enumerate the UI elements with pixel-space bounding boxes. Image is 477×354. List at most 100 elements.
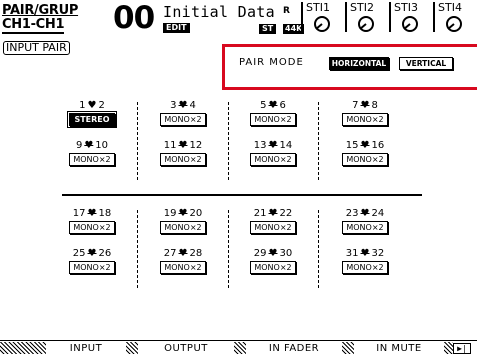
tab-in-mute[interactable]: IN MUTE (354, 342, 444, 354)
pair-state-button[interactable]: MONO×2 (160, 261, 206, 274)
pair-state-button[interactable]: MONO×2 (250, 153, 296, 166)
channel-pair: 23 ♥ 24 MONO×2 (335, 208, 395, 240)
pair-channel-label: 3 ♥ 4 (153, 100, 213, 111)
horizontal-mode-button[interactable]: HORIZONTAL (329, 57, 389, 70)
channel-number: 19 (163, 208, 177, 219)
next-page-icon[interactable]: ▶| (453, 343, 471, 354)
st-input-2[interactable]: STI2 (345, 2, 387, 32)
st-input-label: STI2 (350, 1, 374, 14)
divider (228, 210, 229, 288)
st-input-1[interactable]: STI1 (301, 2, 343, 32)
channel-number: 30 (279, 248, 293, 259)
tab-bar: INPUT OUTPUT IN FADER IN MUTE ▶| (0, 340, 477, 354)
page-title-line1: PAIR/GRUP (2, 3, 79, 18)
vertical-mode-button[interactable]: VERTICAL (399, 57, 453, 70)
channel-number: 10 (95, 140, 109, 151)
pair-state-button[interactable]: MONO×2 (69, 153, 115, 166)
pair-state-button[interactable]: MONO×2 (250, 113, 296, 126)
channel-number: 25 (72, 248, 86, 259)
divider (228, 102, 229, 180)
channel-number: 16 (371, 140, 385, 151)
channel-number: 4 (189, 100, 196, 111)
channel-number: 22 (279, 208, 293, 219)
channel-pair: 7 ♥ 8 MONO×2 (335, 100, 395, 132)
knob-icon (358, 16, 374, 32)
tab-in-fader[interactable]: IN FADER (246, 342, 342, 354)
pair-channel-label: 13 ♥ 14 (243, 140, 303, 151)
scene-name: Initial Data (163, 3, 275, 21)
pair-state-button[interactable]: STEREO (67, 111, 117, 128)
st-input-3[interactable]: STI3 (389, 2, 431, 32)
pair-channel-label: 21 ♥ 22 (243, 208, 303, 219)
channel-number: 12 (189, 140, 203, 151)
channel-number: 27 (163, 248, 177, 259)
divider (318, 210, 319, 288)
broken-heart-icon: ♥ (84, 140, 94, 151)
tab-hatch (234, 342, 246, 354)
pair-state-button[interactable]: MONO×2 (342, 113, 388, 126)
st-badge: ST (259, 24, 277, 34)
channel-number: 7 (352, 100, 359, 111)
broken-heart-icon: ♥ (178, 248, 188, 259)
broken-heart-icon: ♥ (178, 140, 188, 151)
tab-hatch (342, 342, 354, 354)
pair-channel-label: 17 ♥ 18 (62, 208, 122, 219)
pair-state-button[interactable]: MONO×2 (160, 221, 206, 234)
channel-number: 32 (371, 248, 385, 259)
edit-badge: EDIT (163, 23, 190, 33)
channel-pair: 9 ♥ 10 MONO×2 (62, 140, 122, 172)
channel-number: 1 (79, 100, 86, 111)
channel-pair: 17 ♥ 18 MONO×2 (62, 208, 122, 240)
pair-state-button[interactable]: MONO×2 (160, 113, 206, 126)
channel-pair: 31 ♥ 32 MONO×2 (335, 248, 395, 280)
st-input-label: STI1 (306, 1, 330, 14)
knob-icon (314, 16, 330, 32)
channel-number: 14 (279, 140, 293, 151)
broken-heart-icon: ♥ (178, 208, 188, 219)
pair-state-button[interactable]: MONO×2 (342, 261, 388, 274)
channel-pair: 19 ♥ 20 MONO×2 (153, 208, 213, 240)
channel-pair: 15 ♥ 16 MONO×2 (335, 140, 395, 172)
divider (62, 194, 422, 196)
scene-number: 00 (113, 0, 155, 36)
pair-channel-label: 1 ♥ 2 (62, 100, 122, 111)
pair-channel-label: 15 ♥ 16 (335, 140, 395, 151)
pair-channel-label: 29 ♥ 30 (243, 248, 303, 259)
channel-pair: 11 ♥ 12 MONO×2 (153, 140, 213, 172)
pair-channel-label: 9 ♥ 10 (62, 140, 122, 151)
knob-icon (446, 16, 462, 32)
protect-icon: R (283, 6, 290, 16)
channel-number: 28 (189, 248, 203, 259)
broken-heart-icon: ♥ (87, 248, 97, 259)
pair-state-button[interactable]: MONO×2 (250, 261, 296, 274)
pair-state-button[interactable]: MONO×2 (69, 261, 115, 274)
channel-number: 31 (345, 248, 359, 259)
divider (137, 102, 138, 180)
channel-pair: 29 ♥ 30 MONO×2 (243, 248, 303, 280)
channel-pair: 21 ♥ 22 MONO×2 (243, 208, 303, 240)
channel-number: 6 (279, 100, 286, 111)
pair-state-button[interactable]: MONO×2 (160, 153, 206, 166)
linked-heart-icon: ♥ (87, 100, 97, 111)
pair-state-button[interactable]: MONO×2 (250, 221, 296, 234)
pair-channel-label: 25 ♥ 26 (62, 248, 122, 259)
st-input-4[interactable]: STI4 (433, 2, 477, 32)
divider (137, 210, 138, 288)
channel-number: 17 (72, 208, 86, 219)
pair-mode-label: PAIR MODE (239, 57, 304, 68)
pair-state-button[interactable]: MONO×2 (69, 221, 115, 234)
header: PAIR/GRUP CH1-CH1 00 Initial Data EDIT R… (0, 0, 477, 40)
channel-number: 18 (98, 208, 112, 219)
channel-number: 2 (98, 100, 105, 111)
channel-number: 23 (345, 208, 359, 219)
pair-channel-label: 23 ♥ 24 (335, 208, 395, 219)
pair-state-button[interactable]: MONO×2 (342, 153, 388, 166)
pair-channel-label: 31 ♥ 32 (335, 248, 395, 259)
tab-input[interactable]: INPUT (46, 342, 126, 354)
knob-icon (402, 16, 418, 32)
channel-pair: 13 ♥ 14 MONO×2 (243, 140, 303, 172)
pair-state-button[interactable]: MONO×2 (342, 221, 388, 234)
broken-heart-icon: ♥ (360, 140, 370, 151)
page-title-line2: CH1-CH1 (2, 17, 65, 34)
tab-output[interactable]: OUTPUT (138, 342, 234, 354)
